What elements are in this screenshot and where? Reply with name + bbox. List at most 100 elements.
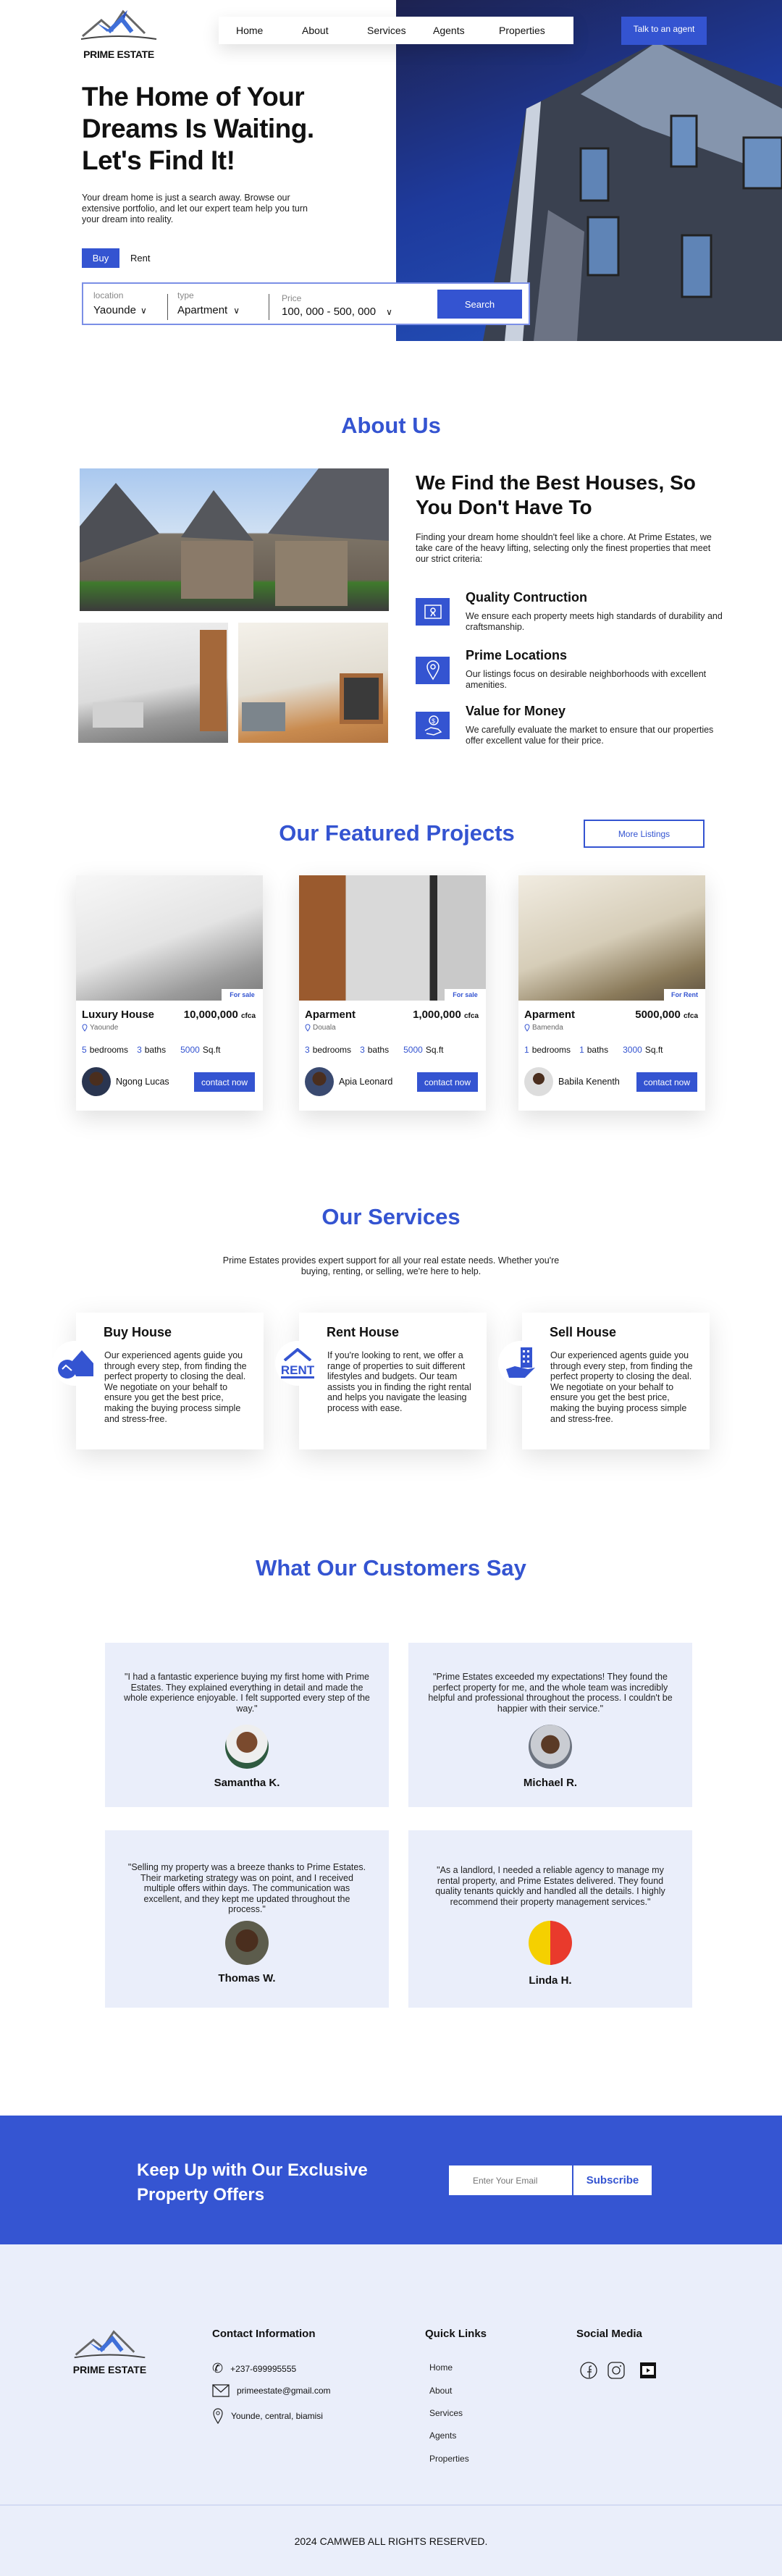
contact-now-button[interactable]: contact now: [417, 1072, 478, 1092]
bedrooms-label: bedrooms: [312, 1045, 352, 1055]
service-title: Sell House: [550, 1325, 617, 1339]
instagram-icon[interactable]: [607, 2362, 625, 2379]
living-room-image: [78, 623, 228, 743]
property-card[interactable]: For Rent Aparment 5000,000 cfca Bamenda …: [518, 875, 705, 1111]
about-title: About Us: [341, 413, 441, 438]
price-value: 10,000,000: [183, 1009, 238, 1021]
testimonials-title: What Our Customers Say: [256, 1555, 526, 1580]
nav-about[interactable]: About: [302, 25, 329, 36]
location-pin-icon: [305, 1024, 311, 1032]
baths-count: 3: [360, 1045, 365, 1055]
nav-home[interactable]: Home: [236, 25, 263, 36]
footer-link-agents[interactable]: Agents: [429, 2430, 456, 2441]
type-label: type: [177, 290, 194, 300]
feature-title: Value for Money: [466, 704, 566, 718]
hero-paragraph: Your dream home is just a search away. B…: [82, 193, 308, 224]
email-input[interactable]: [449, 2165, 572, 2195]
tab-buy[interactable]: Buy: [82, 248, 119, 268]
contact-now-button[interactable]: contact now: [194, 1072, 255, 1092]
area-unit: Sq.ft: [202, 1045, 221, 1055]
baths-count: 3: [137, 1045, 142, 1055]
more-listings-button[interactable]: More Listings: [584, 820, 705, 848]
tab-rent[interactable]: Rent: [130, 253, 150, 264]
location-text: Douala: [313, 1024, 336, 1032]
mail-icon: [212, 2384, 230, 2397]
location-pin-icon: [416, 657, 450, 684]
avatar: [225, 1725, 269, 1769]
service-desc: If you're looking to rent, we offer a ra…: [327, 1350, 471, 1413]
rent-sign-icon: RENT: [275, 1341, 320, 1386]
address-text: Younde, central, biamisi: [231, 2411, 323, 2421]
contact-now-button[interactable]: contact now: [636, 1072, 697, 1092]
house-logo-icon: [80, 9, 157, 40]
location-text: Bamenda: [532, 1024, 563, 1032]
location-label: location: [93, 290, 124, 300]
property-location: Bamenda: [524, 1024, 563, 1032]
hero-heading: The Home of Your Dreams Is Waiting. Let'…: [82, 81, 386, 177]
copyright: 2024 CAMWEB ALL RIGHTS RESERVED.: [294, 2535, 488, 2547]
location-select[interactable]: Yaounde ∨: [93, 304, 147, 316]
feature-title: Prime Locations: [466, 648, 568, 662]
logo[interactable]: PRIME ESTATE: [80, 7, 158, 60]
contact-address: Younde, central, biamisi: [212, 2407, 323, 2425]
property-title: Luxury House: [82, 1009, 155, 1021]
footer-logo[interactable]: PRIME ESTATE: [68, 2328, 151, 2375]
brand-name: PRIME ESTATE: [83, 49, 154, 60]
youtube-icon[interactable]: [639, 2362, 657, 2379]
footer-link-about[interactable]: About: [429, 2386, 452, 2396]
baths-label: baths: [586, 1045, 609, 1055]
talk-to-agent-button[interactable]: Talk to an agent: [621, 17, 707, 45]
footer: [0, 2244, 782, 2576]
agent-name: Ngong Lucas: [116, 1077, 169, 1087]
certificate-icon: [416, 598, 450, 626]
property-stats: 3 bedrooms 3 baths 5000 Sq.ft: [305, 1045, 444, 1055]
contact-heading: Contact Information: [212, 2328, 316, 2340]
nav-agents[interactable]: Agents: [433, 25, 465, 36]
area: 3000 Sq.ft: [623, 1045, 663, 1055]
price-select[interactable]: 100, 000 - 500, 000 ∨: [282, 306, 392, 318]
area: 5000 Sq.ft: [403, 1045, 443, 1055]
baths: 3 baths: [360, 1045, 389, 1055]
nav-services[interactable]: Services: [367, 25, 406, 36]
status-badge: For sale: [222, 989, 263, 1001]
baths-label: baths: [144, 1045, 167, 1055]
avatar: [225, 1921, 269, 1965]
chevron-down-icon: ∨: [233, 305, 240, 316]
subscribe-button[interactable]: Subscribe: [573, 2165, 652, 2195]
baths: 1 baths: [579, 1045, 608, 1055]
footer-link-services[interactable]: Services: [429, 2408, 463, 2418]
property-card[interactable]: For sale Aparment 1,000,000 cfca Douala …: [299, 875, 486, 1111]
testimonial-name: Linda H.: [529, 1974, 572, 1987]
agent-name: Apia Leonard: [339, 1077, 393, 1087]
avatar: [529, 1921, 572, 1965]
area-unit: Sq.ft: [425, 1045, 444, 1055]
contact-phone[interactable]: ✆ +237-699995555: [212, 2361, 296, 2376]
bedrooms-count: 1: [524, 1045, 529, 1055]
social-icons: [580, 2362, 657, 2379]
testimonial-name: Michael R.: [523, 1777, 578, 1789]
area-unit: Sq.ft: [644, 1045, 663, 1055]
footer-link-home[interactable]: Home: [429, 2362, 453, 2373]
property-price: 5000,000 cfca: [635, 1009, 698, 1021]
type-value: Apartment: [177, 304, 228, 316]
property-card[interactable]: For sale Luxury House 10,000,000 cfca Ya…: [76, 875, 263, 1111]
price-value: 1,000,000: [413, 1009, 461, 1021]
footer-link-properties[interactable]: Properties: [429, 2454, 469, 2464]
feature-desc: We ensure each property meets high stand…: [466, 611, 723, 632]
facebook-icon[interactable]: [580, 2362, 597, 2379]
property-price: 10,000,000 cfca: [184, 1009, 256, 1021]
baths: 3 baths: [137, 1045, 166, 1055]
rent-icon-text: RENT: [280, 1363, 315, 1379]
property-stats: 5 bedrooms 3 baths 5000 Sq.ft: [82, 1045, 221, 1055]
nav-properties[interactable]: Properties: [499, 25, 545, 36]
type-select[interactable]: Apartment ∨: [177, 304, 240, 316]
status-badge: For Rent: [664, 989, 705, 1001]
property-image: [76, 875, 263, 1001]
footer-divider: [0, 2504, 782, 2506]
search-button[interactable]: Search: [437, 290, 522, 319]
baths-label: baths: [367, 1045, 390, 1055]
contact-email[interactable]: primeestate@gmail.com: [212, 2384, 331, 2397]
avatar: [529, 1725, 572, 1769]
property-title: Aparment: [524, 1009, 576, 1021]
services-paragraph: Prime Estates provides expert support fo…: [222, 1255, 560, 1276]
